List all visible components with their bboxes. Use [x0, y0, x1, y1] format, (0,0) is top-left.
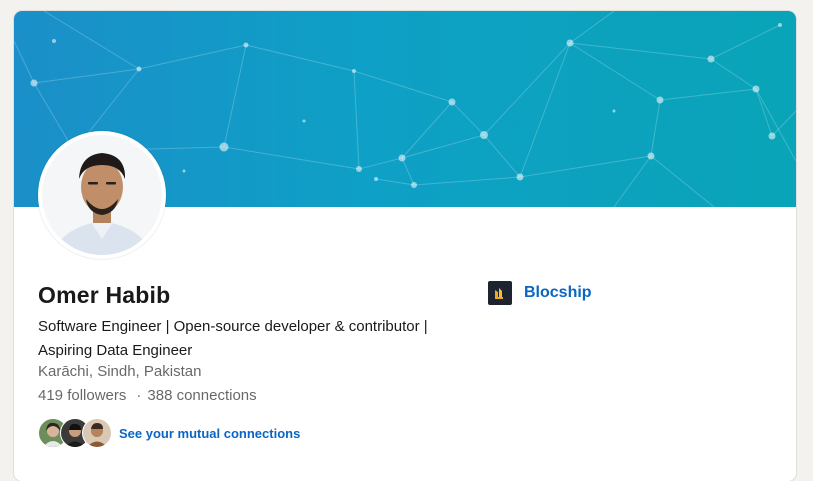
profile-location: Karāchi, Sindh, Pakistan: [38, 363, 202, 380]
profile-card: Omer Habib Software Engineer | Open-sour…: [14, 11, 796, 481]
blocship-logo-icon: [488, 281, 512, 305]
mutual-connections[interactable]: See your mutual connections: [38, 418, 300, 448]
followers-count[interactable]: 419 followers: [38, 387, 126, 404]
profile-photo: [42, 135, 162, 255]
profile-stats: 419 followers · 388 connections: [38, 387, 257, 404]
profile-headline: Software Engineer | Open-source develope…: [38, 318, 428, 359]
stats-separator: ·: [136, 387, 142, 404]
mutual-connections-link[interactable]: See your mutual connections: [119, 426, 300, 441]
company-name[interactable]: Blocship: [524, 284, 592, 302]
current-company[interactable]: Blocship: [488, 281, 592, 305]
page-scrollbar[interactable]: [804, 0, 813, 463]
mutual-avatar: [82, 418, 112, 448]
mutual-avatars: [38, 418, 112, 448]
connections-count[interactable]: 388 connections: [147, 387, 256, 404]
profile-avatar[interactable]: [38, 131, 166, 259]
profile-name: Omer Habib: [38, 282, 171, 308]
